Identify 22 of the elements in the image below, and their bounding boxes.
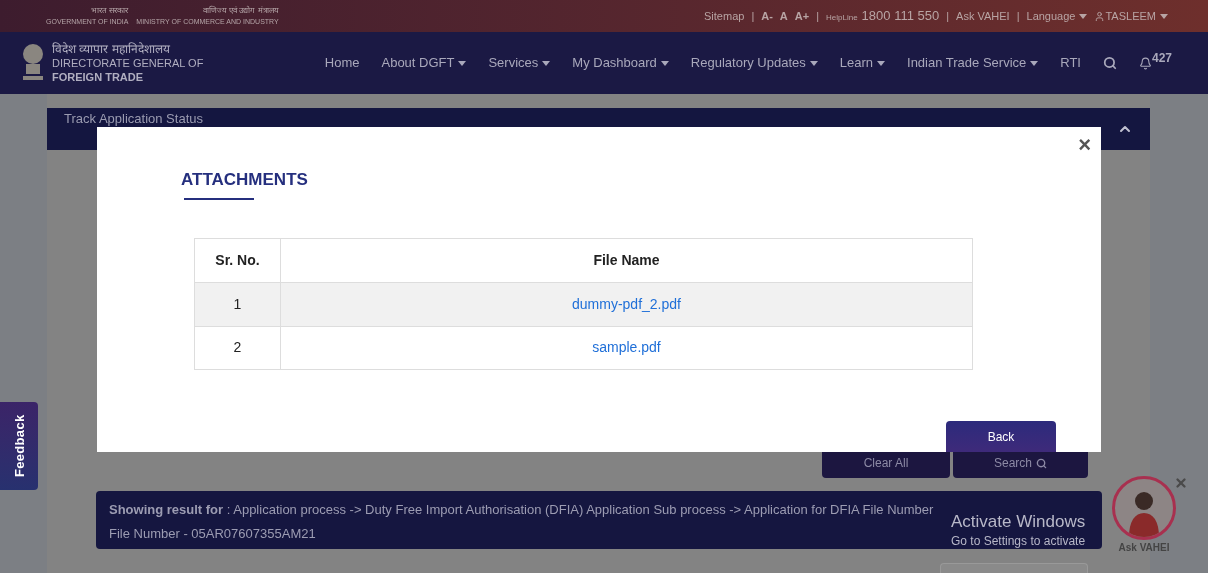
org-name: DIRECTORATE GENERAL OF xyxy=(52,56,204,70)
helpline-label: HelpLine xyxy=(826,12,858,25)
table-cell: 1 xyxy=(194,282,281,326)
modal-title: ATTACHMENTS xyxy=(181,169,308,191)
result-text: Showing result for : Application process -> Duty Free Import Authorisation (DFIA) Application Sub process -> Application for DFIA File Number File Number - 05AR07607355AM21 xyxy=(109,502,934,541)
table-cell: 2 xyxy=(194,326,281,369)
separator: | xyxy=(751,8,755,24)
activation-title: Activate Windows xyxy=(951,512,1086,532)
separator: | xyxy=(1016,8,1020,24)
notification-count: 427 xyxy=(1151,49,1172,67)
hindi-label: वाणिज्य एवं उद्योग मंत्रालय xyxy=(203,5,279,16)
org-name: FOREIGN TRADE xyxy=(52,70,145,84)
helpline-number: 1800 111 550 xyxy=(861,7,940,26)
hindi-label: भारत सरकार xyxy=(91,5,129,16)
assistant-label: Ask VAHEI xyxy=(1118,541,1170,555)
column-header: File Name xyxy=(280,238,973,282)
column-header: Sr. No. xyxy=(194,238,281,282)
separator: | xyxy=(816,8,820,24)
hindi-title: विदेश व्यापार महानिदेशालय xyxy=(52,42,171,56)
panel-title: Track Application Status xyxy=(64,111,203,127)
separator: | xyxy=(946,8,950,24)
activation-text: Go to Settings to activate xyxy=(951,533,1086,550)
